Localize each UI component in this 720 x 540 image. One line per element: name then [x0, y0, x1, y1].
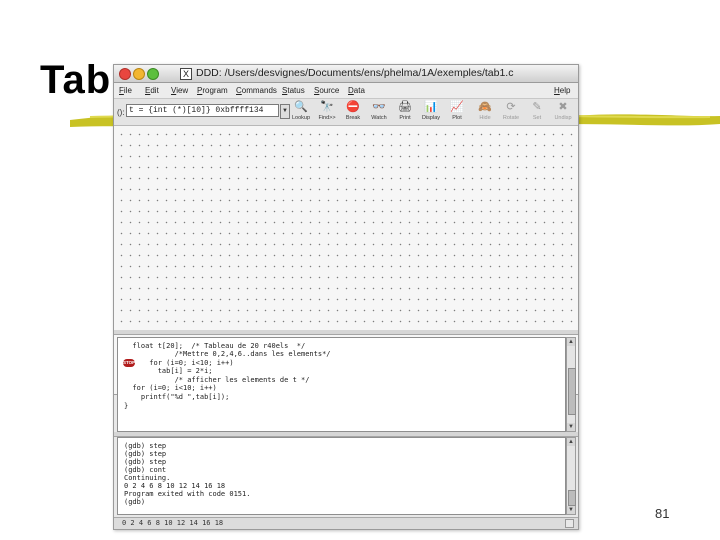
scroll-up-arrow-icon[interactable]: ▲	[567, 438, 575, 446]
set-label: Set	[532, 115, 542, 121]
status-text: 0 2 4 6 8 10 12 14 16 18	[122, 519, 224, 527]
plot-button[interactable]: 📈 Plot	[445, 101, 469, 123]
undisplay-button[interactable]: ✖ Undisp	[551, 101, 575, 123]
status-bar: 0 2 4 6 8 10 12 14 16 18	[114, 517, 578, 529]
break-icon: ⛔	[346, 101, 360, 113]
page-number: 81	[655, 506, 670, 521]
source-code-pane[interactable]: float t[20]; /* Tableau de 20 r40els */ …	[117, 337, 566, 432]
set-icon: ✎	[532, 101, 542, 113]
menu-view[interactable]: View	[171, 86, 188, 95]
print-button[interactable]: 🖨 Print	[393, 101, 417, 123]
set-button[interactable]: ✎ Set	[525, 101, 549, 123]
display-button[interactable]: 📊 Display	[419, 101, 443, 123]
lookup-icon: 🔍	[294, 101, 308, 113]
rotate-label: Rotate	[502, 115, 520, 121]
menu-bar: File Edit View Program Commands Status S…	[114, 83, 578, 99]
hide-label: Hide	[479, 115, 491, 121]
source-line: float t[20]; /* Tableau de 20 r40els */	[124, 342, 306, 350]
scroll-up-arrow-icon[interactable]: ▲	[567, 338, 575, 346]
status-toggle-button[interactable]	[565, 519, 574, 528]
source-line: for (i=0; i<10; i++)	[124, 384, 217, 392]
rotate-button[interactable]: ⟳ Rotate	[499, 101, 523, 123]
break-label: Break	[345, 115, 361, 121]
hide-icon: 🙈	[478, 101, 492, 113]
title-bar[interactable]: X DDD: /Users/desvignes/Documents/ens/ph…	[114, 65, 578, 83]
x11-icon: X	[180, 68, 192, 80]
menu-source[interactable]: Source	[314, 86, 339, 95]
hide-button[interactable]: 🙈 Hide	[473, 101, 497, 123]
console-line: (gdb) step	[124, 442, 167, 450]
console-scroll-thumb[interactable]	[568, 490, 576, 506]
source-scroll-thumb[interactable]	[568, 368, 576, 415]
close-window-button[interactable]	[119, 68, 131, 80]
undisplay-icon: ✖	[558, 101, 568, 113]
console-line: (gdb) step	[124, 450, 167, 458]
menu-help[interactable]: Help	[554, 86, 570, 95]
source-line: /* afficher les elements de t */	[124, 376, 310, 384]
console-line: 0 2 4 6 8 10 12 14 16 18	[124, 482, 226, 490]
menu-program[interactable]: Program	[197, 86, 228, 95]
display-label: Display	[421, 115, 441, 121]
console-line: Continuing.	[124, 474, 171, 482]
argument-label: ():	[117, 108, 125, 117]
ddd-debugger-window: X DDD: /Users/desvignes/Documents/ens/ph…	[113, 64, 579, 530]
find-label: Find>>	[318, 115, 336, 121]
watch-button[interactable]: 👓 Watch	[367, 101, 391, 123]
break-button[interactable]: ⛔ Break	[341, 101, 365, 123]
scroll-down-arrow-icon[interactable]: ▼	[567, 423, 575, 431]
undisplay-label: Undisp	[554, 115, 572, 121]
lookup-label: Lookup	[291, 115, 311, 121]
menu-data[interactable]: Data	[348, 86, 365, 95]
pane-separator-source[interactable]	[114, 330, 578, 335]
menu-status[interactable]: Status	[282, 86, 305, 95]
console-line: (gdb) step	[124, 458, 167, 466]
console-prompt[interactable]: (gdb)	[124, 498, 145, 506]
menu-file[interactable]: File	[119, 86, 132, 95]
menu-edit[interactable]: Edit	[145, 86, 159, 95]
lookup-button[interactable]: 🔍 Lookup	[289, 101, 313, 123]
find-button[interactable]: 🔭 Find>>	[315, 101, 339, 123]
argument-field[interactable]: t = {int (*)[10]} 0xbffff134	[126, 104, 279, 117]
source-line: for (i=0; i<10; i++)	[124, 359, 234, 367]
scroll-down-arrow-icon[interactable]: ▼	[567, 506, 575, 514]
console-line: (gdb) cont	[124, 466, 167, 474]
plot-icon: 📈	[450, 101, 464, 113]
console-scrollbar[interactable]: ▲ ▼	[566, 437, 576, 515]
watch-label: Watch	[371, 115, 387, 121]
menu-commands[interactable]: Commands	[236, 86, 277, 95]
source-line: printf("%d ",tab[i]);	[124, 393, 230, 401]
slide-title: Tab	[40, 58, 112, 102]
plot-label: Plot	[452, 115, 462, 121]
source-line: tab[i] = 2*i;	[124, 367, 213, 375]
rotate-icon: ⟳	[506, 101, 516, 113]
find-icon: 🔭	[320, 101, 334, 113]
toolbar: (): t = {int (*)[10]} 0xbffff134 ▼ 🔍 Loo…	[114, 99, 578, 126]
console-line: Program exited with code 0151.	[124, 490, 251, 498]
print-label: Print	[399, 115, 411, 121]
minimize-window-button[interactable]	[133, 68, 145, 80]
watch-icon: 👓	[372, 101, 386, 113]
display-icon: 📊	[424, 101, 438, 113]
gdb-console-pane[interactable]: (gdb) step (gdb) step (gdb) step (gdb) c…	[117, 437, 566, 515]
source-line: /*Mettre 0,2,4,6..dans les elements*/	[124, 350, 331, 358]
source-scrollbar[interactable]: ▲ ▼	[566, 337, 576, 432]
window-title: DDD: /Users/desvignes/Documents/ens/phel…	[196, 67, 514, 79]
print-icon: 🖨	[398, 101, 412, 113]
zoom-window-button[interactable]	[147, 68, 159, 80]
source-line: }	[124, 402, 129, 410]
